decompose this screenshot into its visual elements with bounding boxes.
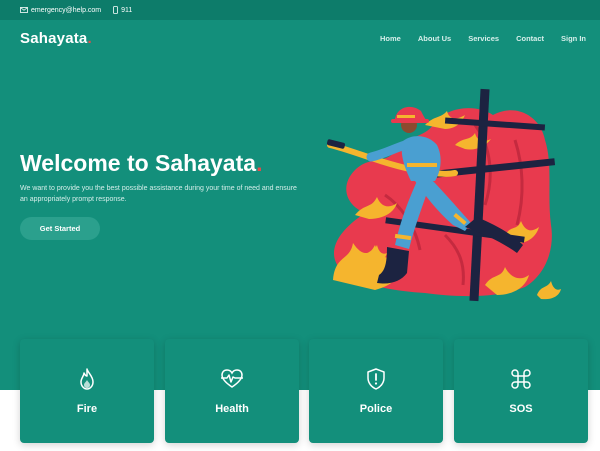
services-row: Fire Health Police SOS xyxy=(20,339,588,443)
phone-contact[interactable]: 911 xyxy=(113,6,132,14)
envelope-icon xyxy=(20,7,28,13)
get-started-button[interactable]: Get Started xyxy=(20,217,100,240)
service-card-fire[interactable]: Fire xyxy=(20,339,154,443)
hero-title: Welcome to Sahayata. xyxy=(20,150,262,177)
logo-text: Sahayata xyxy=(20,29,88,47)
service-label-health: Health xyxy=(215,403,249,415)
nav-services[interactable]: Services xyxy=(468,34,499,43)
service-label-fire: Fire xyxy=(76,403,98,415)
nav-about-us[interactable]: About Us xyxy=(418,34,451,43)
nav-home[interactable]: Home xyxy=(380,34,401,43)
email-text: emergency@help.com xyxy=(31,6,102,14)
flame-icon xyxy=(78,368,96,390)
nav-contact[interactable]: Contact xyxy=(516,34,544,43)
service-card-sos[interactable]: SOS xyxy=(454,339,588,443)
phone-text: 911 xyxy=(121,6,133,14)
site-logo[interactable]: Sahayata. xyxy=(20,30,92,47)
hero-title-text: Welcome to Sahayata xyxy=(20,150,257,176)
service-label-sos: SOS xyxy=(509,403,533,415)
shield-alert-icon xyxy=(366,368,386,390)
firefighter-illustration xyxy=(326,88,561,302)
hero-title-dot: . xyxy=(256,150,263,176)
nav-sign-in[interactable]: Sign In xyxy=(561,34,586,43)
logo-dot: . xyxy=(87,29,92,47)
site-header: Sahayata. Home About Us Services Contact… xyxy=(0,20,600,56)
service-card-police[interactable]: Police xyxy=(309,339,443,443)
service-label-police: Police xyxy=(359,403,393,415)
service-card-health[interactable]: Health xyxy=(165,339,299,443)
email-contact[interactable]: emergency@help.com xyxy=(20,7,101,14)
heart-pulse-icon xyxy=(220,368,244,390)
command-icon xyxy=(511,368,531,390)
hero-subtitle: We want to provide you the best possible… xyxy=(20,185,297,203)
contact-topbar: emergency@help.com 911 xyxy=(0,0,600,20)
phone-icon xyxy=(113,6,119,14)
main-nav: Home About Us Services Contact Sign In xyxy=(363,34,586,43)
